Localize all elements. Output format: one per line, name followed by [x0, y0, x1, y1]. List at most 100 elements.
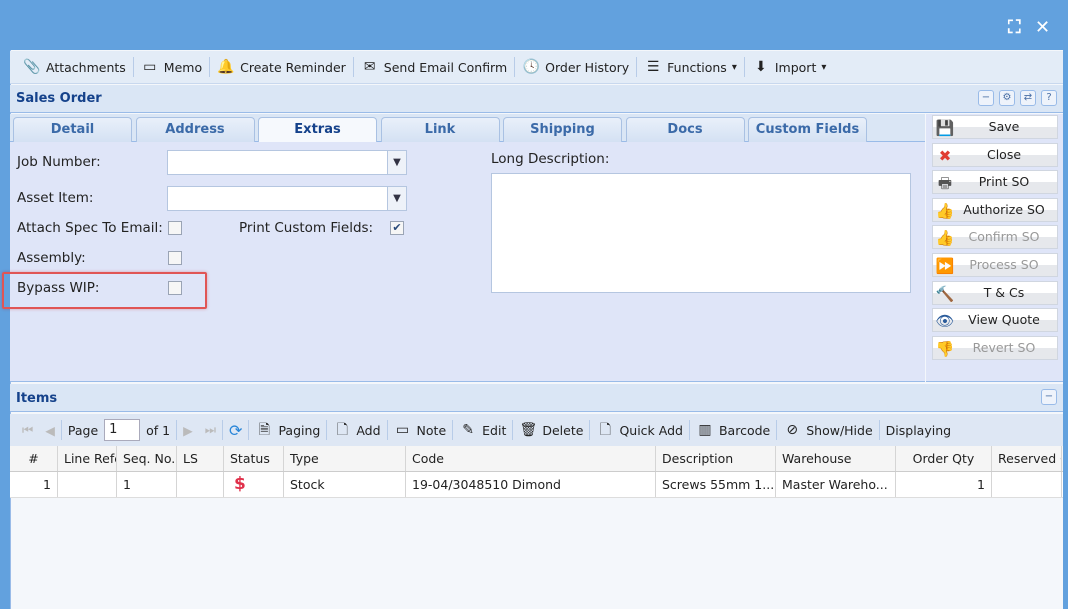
cell: 1: [10, 472, 58, 497]
chevron-down-icon[interactable]: ▼: [387, 151, 406, 174]
print-so-button[interactable]: 🖶 Print SO: [932, 170, 1058, 195]
cell: 1: [896, 472, 992, 497]
collapse-icon[interactable]: −: [978, 90, 994, 106]
quick-add-icon: 🗋: [599, 422, 612, 438]
edit-button[interactable]: ✎ Edit: [453, 421, 512, 439]
tab-custom-fields[interactable]: Custom Fields: [748, 117, 867, 142]
collapse-icon[interactable]: −: [1041, 389, 1057, 405]
cell: [58, 472, 117, 497]
page-label: Page: [67, 422, 99, 438]
import-button[interactable]: ⬇ Import ▾: [745, 58, 834, 76]
button-label: Displaying: [885, 422, 952, 438]
column-header-code[interactable]: Code: [406, 446, 656, 471]
calendar-icon: ▭: [143, 59, 157, 75]
tab-extras[interactable]: Extras: [258, 117, 377, 142]
long-description-textarea[interactable]: [491, 173, 911, 293]
last-page-icon[interactable]: ⏭: [199, 422, 222, 438]
button-label: Print SO: [978, 174, 1030, 190]
help-icon[interactable]: ?: [1041, 90, 1057, 106]
tab-bar: Detail Address Extras Link Shipping Docs Custo…: [10, 114, 925, 142]
main-toolbar: 📎 Attachments ▭ Memo 🔔 Create Reminder ✉ Send E…: [10, 51, 1063, 84]
button-label: Memo: [163, 59, 203, 75]
printer-icon: 🖶: [937, 174, 953, 193]
process-so-button[interactable]: ⏩ Process SO: [932, 253, 1058, 277]
revert-so-button[interactable]: 👎 Revert SO: [932, 335, 1058, 360]
chevron-down-icon: ▾: [731, 61, 737, 73]
maximize-icon[interactable]: ⛶: [1008, 17, 1021, 38]
refresh-icon[interactable]: ⇄: [1020, 90, 1036, 106]
attach-spec-label: Attach Spec To Email:: [17, 220, 163, 236]
table-row[interactable]: 1 1 $ Stock 19-04/3048510 Dimond Screws 55mm …: [10, 472, 1063, 498]
column-header-reserved-q[interactable]: Reserved Q: [992, 446, 1062, 471]
button-label: Functions: [667, 59, 727, 75]
asset-item-combo[interactable]: ▼: [167, 186, 407, 211]
authorize-so-button[interactable]: 👍 Authorize SO: [932, 197, 1058, 222]
button-label: Note: [416, 422, 447, 438]
save-button[interactable]: 💾 Save: [932, 115, 1058, 139]
column-header-line-refe[interactable]: Line Refe: [58, 446, 117, 471]
column-header-ls[interactable]: LS: [177, 446, 224, 471]
gear-icon[interactable]: ⚙: [999, 90, 1015, 106]
button-label: Order History: [545, 59, 630, 75]
save-icon: 💾: [935, 119, 955, 137]
column-header-seq-no[interactable]: Seq. No.: [117, 446, 177, 471]
prev-page-icon[interactable]: ◀: [39, 423, 61, 438]
barcode-button[interactable]: ▥ Barcode: [690, 421, 776, 439]
memo-button[interactable]: ▭ Memo: [134, 58, 209, 76]
asset-item-label: Asset Item:: [17, 190, 94, 206]
create-reminder-button[interactable]: 🔔 Create Reminder: [210, 58, 353, 76]
action-panel: 💾 Save ✖ Close 🖶 Print SO 👍 Authorize SO 👍 Confir…: [926, 114, 1063, 382]
refresh-icon[interactable]: ⟳: [223, 421, 248, 440]
column-header-warehouse[interactable]: Warehouse: [776, 446, 896, 471]
view-quote-button[interactable]: 👁 View Quote: [932, 308, 1058, 333]
column-header-description[interactable]: Description: [656, 446, 776, 471]
confirm-so-button[interactable]: 👍 Confirm SO: [932, 225, 1058, 250]
column-header-order-qty[interactable]: Order Qty: [896, 446, 992, 471]
t-cs-button[interactable]: 🔨 T & Cs: [932, 280, 1058, 305]
panel-header: Sales Order − ⚙ ⇄ ?: [10, 85, 1063, 113]
button-label: Create Reminder: [240, 59, 346, 75]
attach-spec-checkbox[interactable]: [168, 221, 182, 235]
assembly-checkbox[interactable]: [168, 251, 182, 265]
cell: [177, 472, 224, 497]
show-hide-button[interactable]: ⊘ Show/Hide: [777, 421, 878, 439]
items-grid: # Line Refe Seq. No. LS Status Type Code Descri…: [10, 446, 1063, 498]
button-label: Delete: [542, 422, 584, 438]
cell: Stock: [284, 472, 406, 497]
tab-detail[interactable]: Detail: [13, 117, 132, 142]
paging-icon: 🗎: [258, 422, 271, 438]
close-icon[interactable]: ✕: [1035, 17, 1050, 38]
order-history-button[interactable]: 🕓 Order History: [515, 58, 636, 76]
attachments-button[interactable]: 📎 Attachments: [16, 58, 133, 76]
job-number-combo[interactable]: ▼: [167, 150, 407, 175]
long-description-label: Long Description:: [491, 151, 610, 167]
add-button[interactable]: 🗋 Add: [327, 421, 386, 439]
chevron-down-icon[interactable]: ▼: [387, 187, 406, 210]
paging-button[interactable]: 🗎 Paging: [249, 421, 326, 439]
column-header-type[interactable]: Type: [284, 446, 406, 471]
column-header-num[interactable]: #: [10, 446, 58, 471]
functions-button[interactable]: ☰ Functions ▾: [637, 58, 744, 76]
column-header-status[interactable]: Status: [224, 446, 284, 471]
send-email-confirm-button[interactable]: ✉ Send Email Confirm: [354, 58, 514, 76]
note-button[interactable]: ▭ Note: [388, 421, 453, 439]
page-count: of 1: [146, 422, 171, 438]
tab-shipping[interactable]: Shipping: [503, 117, 622, 142]
tab-address[interactable]: Address: [135, 117, 255, 142]
close-button[interactable]: ✖ Close: [932, 142, 1058, 167]
delete-icon: 🗑: [519, 422, 538, 438]
delete-button[interactable]: 🗑 Delete: [513, 421, 589, 439]
next-page-icon[interactable]: ▶: [177, 423, 199, 438]
thumbs-down-icon: 👎: [935, 339, 955, 358]
quick-add-button[interactable]: 🗋 Quick Add: [590, 421, 689, 439]
print-custom-fields-checkbox[interactable]: ✔: [390, 221, 404, 235]
menu-icon: ☰: [646, 59, 660, 75]
tab-link[interactable]: Link: [380, 117, 500, 142]
button-label: Save: [988, 119, 1020, 134]
page-input[interactable]: 1: [104, 419, 141, 441]
tab-docs[interactable]: Docs: [625, 117, 745, 142]
first-page-icon[interactable]: ⏮: [16, 422, 39, 438]
page-title: Sales Order: [16, 91, 102, 106]
button-label: Authorize SO: [963, 201, 1045, 217]
assembly-label: Assembly:: [17, 250, 86, 266]
